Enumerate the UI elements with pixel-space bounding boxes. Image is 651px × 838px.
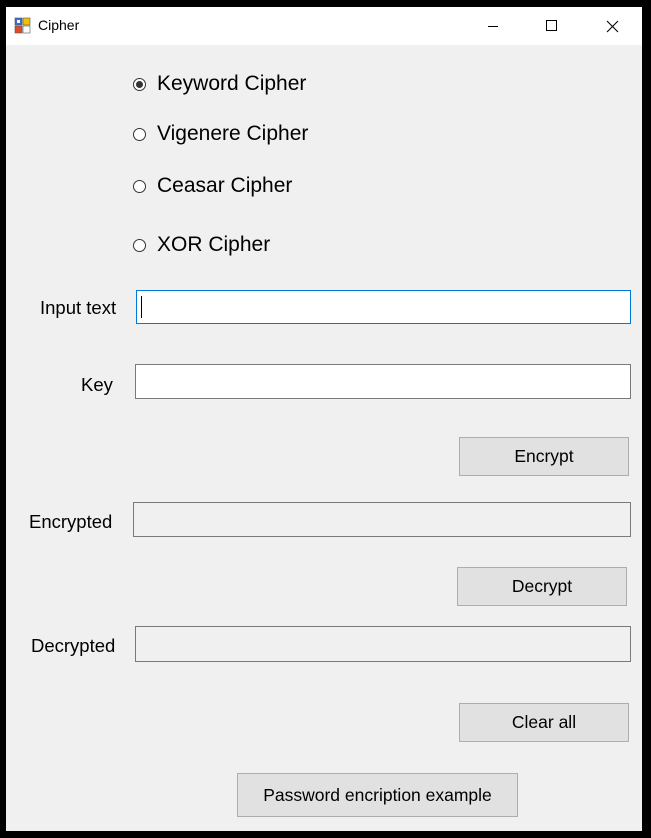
clear-all-button[interactable]: Clear all: [459, 703, 629, 742]
radio-label: XOR Cipher: [157, 233, 271, 256]
key-label: Key: [81, 374, 113, 395]
radio-label: Keyword Cipher: [157, 72, 307, 95]
radio-button: [133, 127, 146, 141]
maximize-button[interactable]: [523, 7, 581, 45]
encrypted-label: Encrypted: [29, 511, 113, 532]
radio-xor-cipher[interactable]: XOR Cipher: [133, 231, 270, 259]
minimize-icon: [488, 26, 498, 27]
decrypted-field[interactable]: [135, 626, 631, 662]
minimize-button[interactable]: [464, 7, 522, 45]
radio-button: [133, 179, 146, 193]
window-title: Cipher: [38, 17, 80, 33]
app-icon: [14, 17, 31, 34]
decrypt-button[interactable]: Decrypt: [457, 567, 627, 606]
decrypted-label: Decrypted: [31, 635, 116, 656]
radio-dot: [136, 80, 143, 88]
input-text-label: Input text: [40, 297, 117, 318]
cipher-window: Cipher Keyword Cipher Vigenere Cipher Ce…: [6, 7, 642, 831]
close-button[interactable]: [583, 7, 641, 45]
radio-vigenere-cipher[interactable]: Vigenere Cipher: [133, 120, 308, 148]
radio-label: Ceasar Cipher: [157, 174, 293, 197]
radio-ceasar-cipher[interactable]: Ceasar Cipher: [133, 172, 292, 200]
radio-button-checked: [133, 77, 146, 91]
close-icon: [606, 20, 618, 32]
radio-button: [133, 238, 146, 252]
encrypt-button[interactable]: Encrypt: [459, 437, 629, 476]
text-caret: [141, 296, 142, 318]
maximize-icon: [546, 20, 557, 31]
radio-keyword-cipher[interactable]: Keyword Cipher: [133, 70, 306, 98]
password-example-button[interactable]: Password encription example: [237, 773, 518, 817]
input-text-field[interactable]: [136, 290, 631, 324]
radio-label: Vigenere Cipher: [157, 122, 309, 145]
title-bar[interactable]: Cipher: [6, 7, 642, 45]
key-field[interactable]: [135, 364, 631, 399]
encrypted-field[interactable]: [133, 502, 631, 537]
